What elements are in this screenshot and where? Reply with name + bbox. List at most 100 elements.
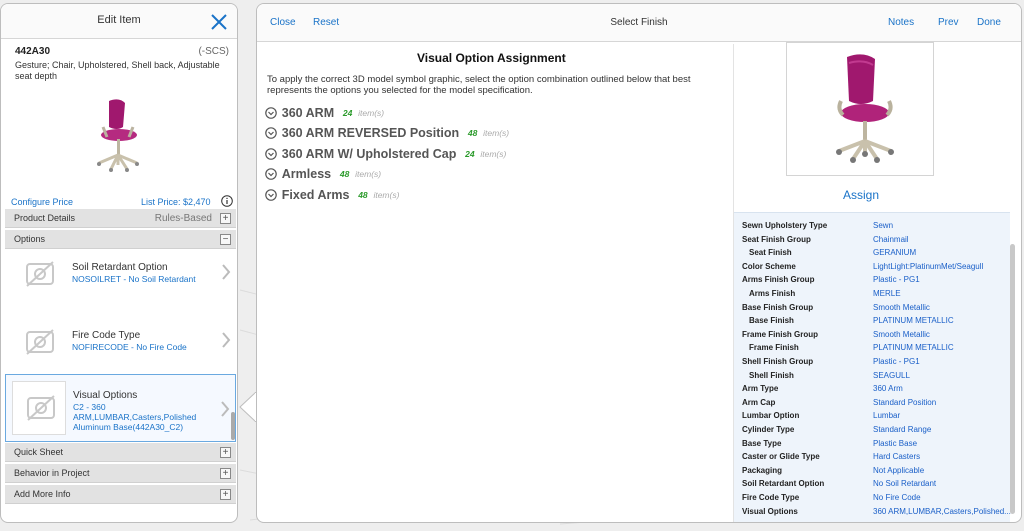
expand-plus-icon[interactable]: + <box>220 468 231 479</box>
spec-value[interactable]: MERLE <box>873 287 901 300</box>
assign-button[interactable]: Assign <box>817 188 905 202</box>
spec-value[interactable]: PLATINUM METALLIC <box>873 341 954 354</box>
spec-row: Color Scheme LightLight:PlatinumMet/Seagu… <box>734 260 1010 273</box>
section-options[interactable]: Options − <box>5 230 236 249</box>
spec-row: Frame Finish PLATINUM METALLIC <box>734 341 1010 354</box>
spec-label: Base Finish <box>749 316 794 326</box>
combo-unit: item(s) <box>358 108 385 118</box>
spec-value[interactable]: SEAGULL <box>873 369 910 382</box>
expand-plus-icon[interactable]: + <box>220 489 231 500</box>
option-fire-code[interactable]: Fire Code Type NOFIRECODE - No Fire Code <box>5 318 236 374</box>
expand-plus-icon[interactable]: + <box>220 213 231 224</box>
spec-value[interactable]: Lumbar <box>873 409 900 422</box>
combo-armless[interactable]: Armless 48 item(s) <box>265 167 381 185</box>
reset-button[interactable]: Reset <box>313 17 339 28</box>
spec-label: Shell Finish Group <box>742 357 814 366</box>
close-button[interactable]: Close <box>270 17 296 28</box>
spec-value[interactable]: No Soil Retardant <box>873 477 936 490</box>
spec-row: Fire Code Type No Fire Code <box>734 491 1010 504</box>
left-scrollbar[interactable] <box>231 412 235 440</box>
spec-row: Shell Finish SEAGULL <box>734 369 1010 382</box>
spec-value[interactable]: No Fire Code <box>873 491 921 504</box>
spec-label: Frame Finish <box>749 343 799 353</box>
combo-name: 360 ARM <box>281 106 335 120</box>
spec-value[interactable]: PLATINUM METALLIC <box>873 314 954 327</box>
option-value: NOFIRECODE - No Fire Code <box>72 342 187 352</box>
info-icon[interactable] <box>221 195 233 207</box>
option-title: Visual Options <box>73 390 138 401</box>
no-image-icon <box>26 329 54 355</box>
section-add-more-info[interactable]: Add More Info + <box>5 485 236 504</box>
section-label: Product Details <box>14 213 76 223</box>
done-button[interactable]: Done <box>977 17 1001 28</box>
spec-value[interactable]: Hard Casters <box>873 450 920 463</box>
spec-value[interactable]: GERANIUM <box>873 246 916 259</box>
spec-row: Seat Finish Group Chainmail <box>734 233 1010 246</box>
spec-row: Sewn Upholstery Type Sewn <box>734 219 1010 232</box>
spec-label: Visual Options <box>742 506 798 516</box>
chevron-right-icon[interactable] <box>221 331 231 349</box>
spec-value[interactable]: Chainmail <box>873 233 909 246</box>
spec-label: Base Finish Group <box>742 302 814 312</box>
spec-value[interactable]: Plastic - PG1 <box>873 273 920 286</box>
spec-row: Packaging Not Applicable <box>734 464 1010 477</box>
chevron-right-icon[interactable] <box>220 400 230 418</box>
combo-360-arm[interactable]: 360 ARM 24 item(s) <box>265 106 384 124</box>
spec-label: Arms Finish Group <box>742 275 815 285</box>
select-finish-header: Select Finish Close Reset Notes Prev Don… <box>257 4 1021 42</box>
item-suffix: (-SCS) <box>198 46 229 57</box>
chevron-down-circle-icon <box>265 148 277 160</box>
spec-row: Base Type Plastic Base <box>734 437 1010 450</box>
edit-item-header: Edit Item <box>1 4 237 39</box>
spec-row: Base Finish PLATINUM METALLIC <box>734 314 1010 327</box>
combo-count: 24 <box>342 108 353 118</box>
option-soil-retardant[interactable]: Soil Retardant Option NOSOILRET - No Soi… <box>5 250 236 312</box>
expand-plus-icon[interactable]: + <box>220 447 231 458</box>
combo-name: Armless <box>281 167 332 181</box>
combo-unit: item(s) <box>483 128 510 138</box>
combo-count: 48 <box>339 169 350 179</box>
chair-thumbnail <box>97 99 139 172</box>
section-quick-sheet[interactable]: Quick Sheet + <box>5 443 236 462</box>
spec-value[interactable]: 360 ARM,LUMBAR,Casters,Polished... <box>873 505 1011 518</box>
spec-label: Arms Finish <box>749 289 796 298</box>
combo-count: 48 <box>358 190 368 200</box>
spec-value[interactable]: Smooth Metallic <box>873 301 930 314</box>
spec-row: Frame Finish Group Smooth Metallic <box>734 328 1010 341</box>
section-label: Quick Sheet <box>14 447 64 457</box>
spec-value[interactable]: Sewn <box>873 219 893 232</box>
configure-price-link[interactable]: Configure Price <box>11 197 73 207</box>
spec-value[interactable]: Plastic Base <box>873 437 917 450</box>
popover-pointer <box>239 392 256 422</box>
section-behavior-in-project[interactable]: Behavior in Project + <box>5 464 236 483</box>
section-product-details[interactable]: Product Details Rules-Based + <box>5 209 236 228</box>
spec-label: Seat Finish Group <box>742 234 811 244</box>
chevron-right-icon[interactable] <box>221 263 231 281</box>
option-value: C2 - 360 ARM,LUMBAR,Casters,Polished Alu… <box>73 402 197 432</box>
spec-row: Soil Retardant Option No Soil Retardant <box>734 477 1010 490</box>
option-visual-options[interactable]: Visual Options C2 - 360 ARM,LUMBAR,Caste… <box>5 374 236 442</box>
rules-based-label: Rules-Based <box>154 213 212 224</box>
right-scrollbar[interactable] <box>1010 244 1015 514</box>
spec-value[interactable]: Smooth Metallic <box>873 328 930 341</box>
spec-value[interactable]: Standard Position <box>873 396 936 409</box>
spec-value[interactable]: 360 Arm <box>873 382 903 395</box>
collapse-minus-icon[interactable]: − <box>220 234 231 245</box>
combo-count: 24 <box>465 149 475 159</box>
combo-count: 48 <box>467 128 478 138</box>
chair-preview <box>786 42 934 176</box>
combo-fixed-arms[interactable]: Fixed Arms 48 item(s) <box>265 188 399 206</box>
notes-button[interactable]: Notes <box>888 17 914 28</box>
spec-value[interactable]: Standard Range <box>873 423 931 436</box>
option-value: NOSOILRET - No Soil Retardant <box>72 274 196 284</box>
combo-name: Fixed Arms <box>281 188 350 202</box>
spec-value[interactable]: LightLight:PlatinumMet/Seagull <box>873 260 983 273</box>
combo-360-arm-reversed[interactable]: 360 ARM REVERSED Position 48 item(s) <box>265 126 509 144</box>
list-price: List Price: $2,470 <box>141 197 211 207</box>
combo-360-arm-upholstered-cap[interactable]: 360 ARM W/ Upholstered Cap 24 item(s) <box>265 147 506 165</box>
spec-value[interactable]: Plastic - PG1 <box>873 355 920 368</box>
prev-button[interactable]: Prev <box>938 17 959 28</box>
spec-value[interactable]: Not Applicable <box>873 464 924 477</box>
visual-option-title: Visual Option Assignment <box>417 51 566 65</box>
close-icon[interactable] <box>210 13 228 31</box>
